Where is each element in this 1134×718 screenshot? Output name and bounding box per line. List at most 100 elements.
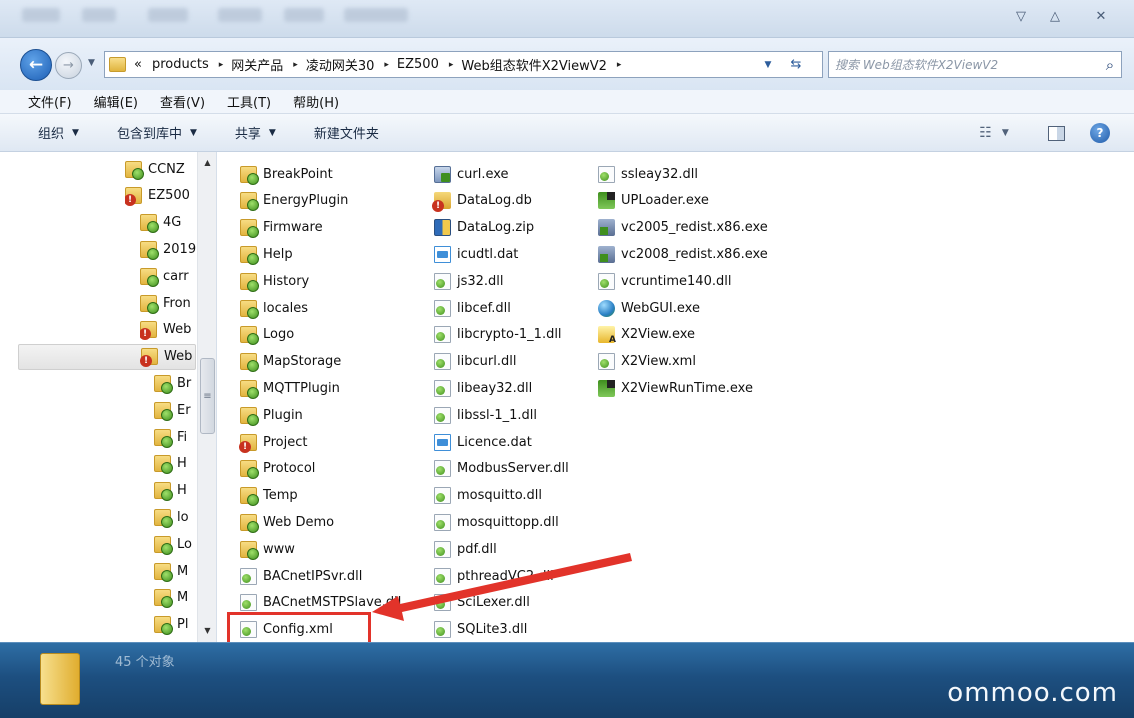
file-item[interactable]: X2ViewRunTime.exe	[598, 376, 753, 400]
file-item[interactable]: Logo	[240, 323, 294, 347]
file-item[interactable]: Help	[240, 242, 293, 266]
recent-pages-dropdown[interactable]: ▼	[88, 58, 95, 68]
menu-help[interactable]: 帮助(H)	[293, 92, 339, 111]
file-item[interactable]: mosquitto.dll	[434, 484, 542, 508]
menu-view[interactable]: 查看(V)	[160, 92, 205, 111]
view-options-button[interactable]: ☷ ▼	[972, 122, 1016, 144]
file-item[interactable]: MQTTPlugin	[240, 376, 340, 400]
breadcrumb-separator-icon[interactable]: ▸	[617, 60, 622, 70]
file-item[interactable]: WebGUI.exe	[598, 296, 700, 320]
file-item[interactable]: X2View.exe	[598, 323, 695, 347]
nav-item[interactable]: M	[154, 585, 196, 611]
nav-item[interactable]: Fi	[154, 424, 196, 450]
scroll-down-icon[interactable]: ▼	[198, 622, 217, 639]
file-item[interactable]: SciLexer.dll	[434, 591, 530, 615]
breadcrumb-separator-icon[interactable]: ▸	[384, 60, 389, 70]
file-item[interactable]: Project	[239, 430, 307, 454]
scroll-up-icon[interactable]: ▲	[198, 154, 217, 171]
menu-file[interactable]: 文件(F)	[28, 92, 72, 111]
nav-item[interactable]: 4G	[140, 210, 196, 236]
file-item[interactable]: js32.dll	[434, 269, 504, 293]
nav-item[interactable]: H	[154, 451, 196, 477]
nav-item[interactable]: carr	[140, 263, 196, 289]
nav-item[interactable]: lo	[154, 504, 196, 530]
file-item[interactable]: DataLog.zip	[434, 216, 534, 240]
include-in-library-button[interactable]: 包含到库中 ▼	[117, 123, 197, 142]
address-bar[interactable]: « products ▸ 网关产品 ▸ 凌动网关30 ▸ EZ500 ▸ Web…	[104, 51, 823, 78]
search-input[interactable]: 搜索 Web组态软件X2ViewV2	[835, 56, 1099, 73]
organize-button[interactable]: 组织 ▼	[38, 123, 79, 142]
file-item[interactable]: vc2008_redist.x86.exe	[598, 242, 768, 266]
nav-item[interactable]: CCNZ	[125, 156, 196, 182]
file-item[interactable]: libcurl.dll	[434, 350, 516, 374]
file-item[interactable]: locales	[240, 296, 308, 320]
file-item[interactable]: mosquittopp.dll	[434, 510, 559, 534]
nav-item[interactable]: Pl	[154, 612, 196, 638]
file-item[interactable]: SQLite3.dll	[434, 618, 527, 642]
share-button[interactable]: 共享 ▼	[235, 123, 276, 142]
file-item[interactable]: X2View.xml	[598, 350, 696, 374]
nav-item[interactable]: Er	[154, 397, 196, 423]
file-item[interactable]: UPLoader.exe	[598, 189, 709, 213]
search-box[interactable]: 搜索 Web组态软件X2ViewV2 ⌕	[828, 51, 1122, 78]
file-item[interactable]: libeay32.dll	[434, 376, 532, 400]
file-item[interactable]: Web Demo	[240, 510, 334, 534]
breadcrumb-gateway-products[interactable]: 网关产品	[231, 55, 283, 74]
file-item[interactable]: icudtl.dat	[434, 242, 518, 266]
help-button[interactable]: ?	[1088, 122, 1112, 144]
nav-item[interactable]: Br	[154, 370, 196, 396]
file-item[interactable]: vcruntime140.dll	[598, 269, 731, 293]
scroll-thumb[interactable]: ≡	[200, 358, 215, 434]
back-button[interactable]: ←	[20, 49, 52, 81]
breadcrumb-separator-icon[interactable]: ▸	[449, 60, 454, 70]
preview-pane-button[interactable]	[1044, 122, 1068, 144]
nav-item[interactable]: Web	[18, 343, 196, 370]
search-icon[interactable]: ⌕	[1099, 56, 1121, 74]
breadcrumb-separator-icon[interactable]: ▸	[219, 60, 224, 70]
file-item[interactable]: BACnetIPSvr.dll	[240, 564, 362, 588]
breadcrumb-ez500[interactable]: EZ500	[397, 57, 439, 72]
file-item[interactable]: Firmware	[240, 216, 323, 240]
breadcrumb-products[interactable]: products	[152, 57, 209, 72]
nav-scrollbar[interactable]: ▲ ≡ ▼	[197, 152, 216, 642]
maximize-button[interactable]: △	[1040, 6, 1070, 26]
nav-item[interactable]: EZ500	[125, 183, 196, 209]
file-item[interactable]: BreakPoint	[240, 162, 333, 186]
forward-button[interactable]: →	[55, 52, 82, 79]
nav-item[interactable]: Fron	[140, 290, 196, 316]
file-item[interactable]: vc2005_redist.x86.exe	[598, 216, 768, 240]
address-dropdown-button[interactable]: ▼	[754, 51, 782, 78]
file-item[interactable]: libcef.dll	[434, 296, 511, 320]
menu-edit[interactable]: 编辑(E)	[94, 92, 138, 111]
nav-item[interactable]: Web	[140, 317, 196, 343]
breadcrumb-overflow[interactable]: «	[134, 57, 142, 72]
file-item[interactable]: www	[240, 537, 295, 561]
file-item[interactable]: Plugin	[240, 403, 303, 427]
file-item[interactable]: DataLog.db	[432, 189, 532, 213]
close-button[interactable]: ✕	[1086, 6, 1116, 26]
nav-item[interactable]: Lo	[154, 531, 196, 557]
file-item[interactable]: Temp	[240, 484, 298, 508]
new-folder-button[interactable]: 新建文件夹	[314, 123, 379, 142]
nav-item[interactable]: M	[154, 558, 196, 584]
nav-item[interactable]: H	[154, 478, 196, 504]
file-item[interactable]: libssl-1_1.dll	[434, 403, 537, 427]
file-item[interactable]: History	[240, 269, 309, 293]
file-item[interactable]: ModbusServer.dll	[434, 457, 569, 481]
file-item[interactable]: curl.exe	[434, 162, 509, 186]
file-item[interactable]: ssleay32.dll	[598, 162, 698, 186]
minimize-button[interactable]: ▽	[1006, 6, 1036, 26]
file-item[interactable]: libcrypto-1_1.dll	[434, 323, 562, 347]
file-item[interactable]: pdf.dll	[434, 537, 497, 561]
refresh-button[interactable]: ⇆	[782, 51, 810, 78]
file-item[interactable]: MapStorage	[240, 350, 341, 374]
file-item[interactable]: Protocol	[240, 457, 315, 481]
file-item[interactable]: EnergyPlugin	[240, 189, 348, 213]
menu-tools[interactable]: 工具(T)	[227, 92, 271, 111]
breadcrumb-separator-icon[interactable]: ▸	[293, 60, 298, 70]
breadcrumb-x2view[interactable]: Web组态软件X2ViewV2	[461, 55, 607, 74]
nav-item[interactable]: 2019	[140, 236, 196, 262]
file-item[interactable]: pthreadVC2.dll	[434, 564, 554, 588]
file-item[interactable]: Licence.dat	[434, 430, 532, 454]
breadcrumb-gateway-30[interactable]: 凌动网关30	[306, 55, 375, 74]
